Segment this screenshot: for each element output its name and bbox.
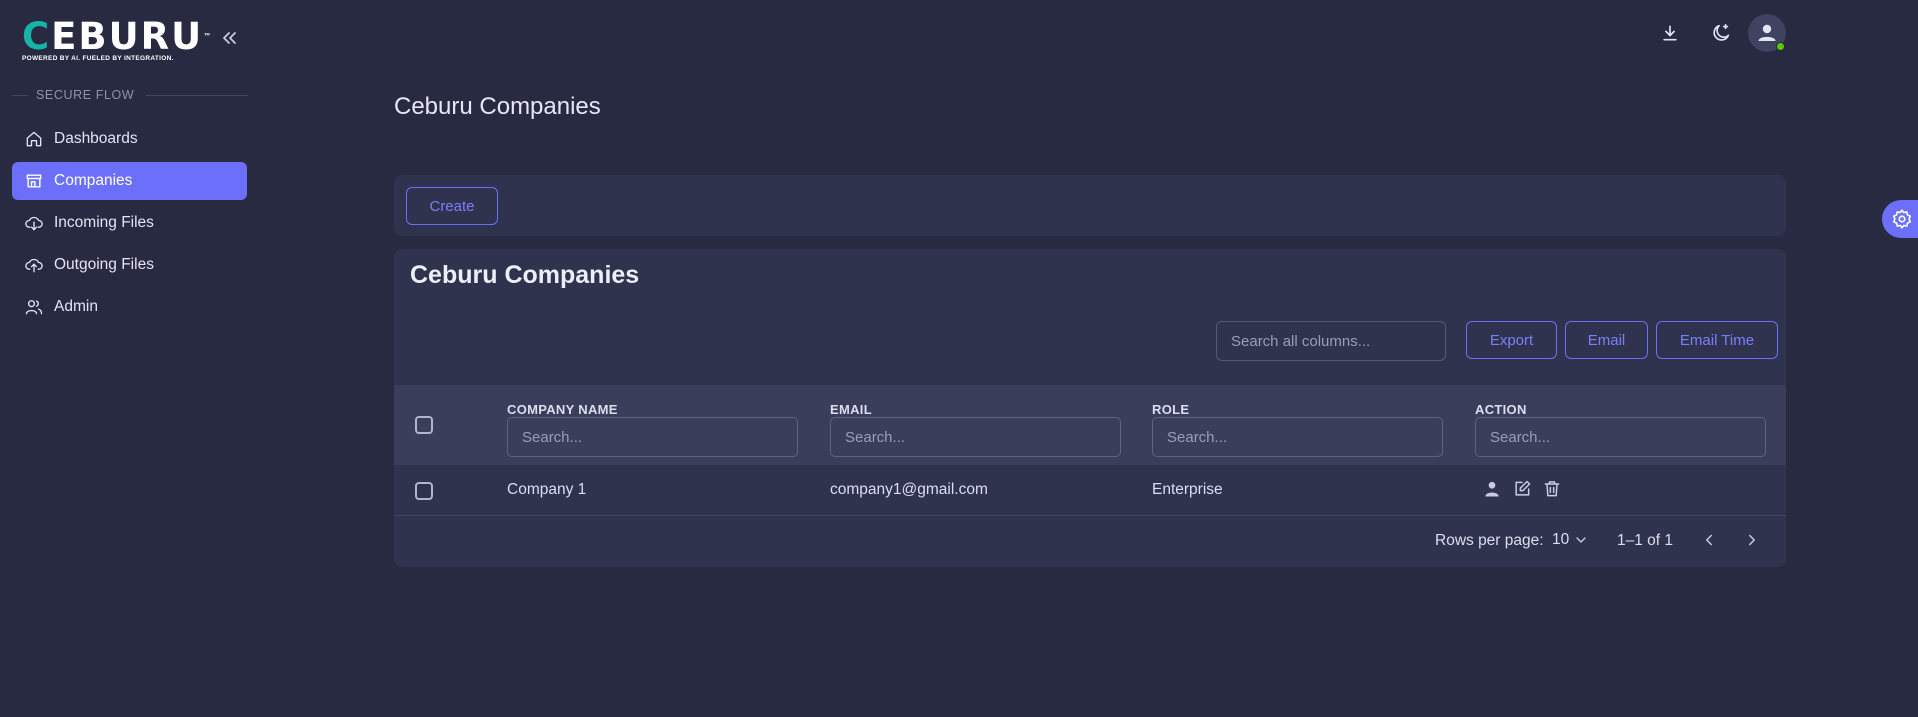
toolbar-card: Create bbox=[394, 175, 1786, 236]
collapse-sidebar-icon[interactable] bbox=[218, 26, 242, 50]
download-icon[interactable] bbox=[1654, 17, 1686, 49]
sidebar-item-label: Incoming Files bbox=[54, 214, 154, 231]
sidebar-item-companies[interactable]: Companies bbox=[12, 162, 247, 200]
sidebar-item-outgoing-files[interactable]: Outgoing Files bbox=[12, 246, 247, 284]
home-icon bbox=[26, 131, 42, 147]
store-icon bbox=[26, 174, 42, 188]
email-button[interactable]: Email bbox=[1565, 321, 1648, 359]
sidebar-item-dashboards[interactable]: Dashboards bbox=[12, 120, 247, 158]
column-header-action[interactable]: ACTION bbox=[1475, 402, 1527, 417]
settings-customizer-button[interactable] bbox=[1882, 200, 1918, 238]
rows-per-page-select[interactable]: 10 bbox=[1552, 531, 1589, 549]
sidebar-item-label: Companies bbox=[54, 172, 133, 189]
edit-icon[interactable] bbox=[1512, 479, 1532, 499]
action-filter-input[interactable]: Search... bbox=[1475, 417, 1766, 457]
user-icon[interactable] bbox=[1482, 479, 1502, 499]
online-status-dot bbox=[1776, 42, 1785, 51]
user-avatar[interactable] bbox=[1748, 14, 1786, 52]
section-divider-right bbox=[146, 94, 248, 96]
table-row[interactable]: Company 1 company1@gmail.com Enterprise bbox=[394, 465, 1786, 516]
section-label-secure-flow: SECURE FLOW bbox=[12, 88, 248, 102]
logo-letters: EBURU bbox=[51, 15, 204, 58]
page-title: Ceburu Companies bbox=[394, 93, 601, 120]
theme-toggle-icon[interactable] bbox=[1705, 17, 1737, 49]
sidebar: CEBURU™ POWERED BY AI. FUELED BY INTEGRA… bbox=[0, 0, 260, 717]
column-header-company-name[interactable]: COMPANY NAME bbox=[507, 402, 618, 417]
section-label-text: SECURE FLOW bbox=[36, 88, 135, 102]
chevron-left-icon[interactable] bbox=[1700, 531, 1720, 551]
search-all-columns-input[interactable]: Search all columns... bbox=[1216, 321, 1446, 361]
rows-per-page-value: 10 bbox=[1552, 531, 1570, 548]
create-button[interactable]: Create bbox=[406, 187, 498, 225]
user-icon bbox=[1758, 24, 1776, 41]
table-card-title: Ceburu Companies bbox=[410, 261, 640, 289]
email-filter-input[interactable]: Search... bbox=[830, 417, 1121, 457]
cloud-upload-icon bbox=[25, 258, 43, 273]
gear-icon bbox=[1893, 209, 1911, 229]
sidebar-item-label: Dashboards bbox=[54, 130, 138, 147]
rows-per-page-label: Rows per page: bbox=[1435, 532, 1544, 549]
pagination-range: 1–1 of 1 bbox=[1617, 532, 1674, 549]
sidebar-item-label: Admin bbox=[54, 298, 98, 315]
ceburu-logo[interactable]: CEBURU™ POWERED BY AI. FUELED BY INTEGRA… bbox=[22, 15, 211, 63]
sidebar-item-admin[interactable]: Admin bbox=[12, 288, 247, 326]
cell-role: Enterprise bbox=[1152, 481, 1223, 498]
logo-wordmark: CEBURU™ bbox=[22, 15, 211, 58]
email-time-button[interactable]: Email Time bbox=[1656, 321, 1778, 359]
company-name-filter-input[interactable]: Search... bbox=[507, 417, 798, 457]
row-select-checkbox[interactable] bbox=[415, 482, 433, 500]
column-header-email[interactable]: EMAIL bbox=[830, 402, 872, 417]
companies-table-card: Ceburu Companies Search all columns... E… bbox=[394, 249, 1786, 567]
table-header: COMPANY NAME Search... EMAIL Search... R… bbox=[394, 385, 1786, 465]
cell-company-name: Company 1 bbox=[507, 481, 587, 498]
cloud-download-icon bbox=[25, 216, 43, 231]
section-divider-left bbox=[12, 94, 28, 96]
sidebar-item-label: Outgoing Files bbox=[54, 256, 154, 273]
sidebar-item-incoming-files[interactable]: Incoming Files bbox=[12, 204, 247, 242]
logo-letter-c: C bbox=[22, 15, 52, 58]
column-header-role[interactable]: ROLE bbox=[1152, 402, 1189, 417]
export-button[interactable]: Export bbox=[1466, 321, 1557, 359]
trash-icon[interactable] bbox=[1542, 479, 1562, 499]
logo-trademark: ™ bbox=[203, 32, 214, 41]
select-all-checkbox[interactable] bbox=[415, 416, 433, 434]
cell-email: company1@gmail.com bbox=[830, 481, 988, 498]
chevron-down-icon bbox=[1576, 537, 1586, 543]
users-icon bbox=[25, 300, 43, 315]
role-filter-input[interactable]: Search... bbox=[1152, 417, 1443, 457]
chevron-right-icon[interactable] bbox=[1743, 531, 1763, 551]
